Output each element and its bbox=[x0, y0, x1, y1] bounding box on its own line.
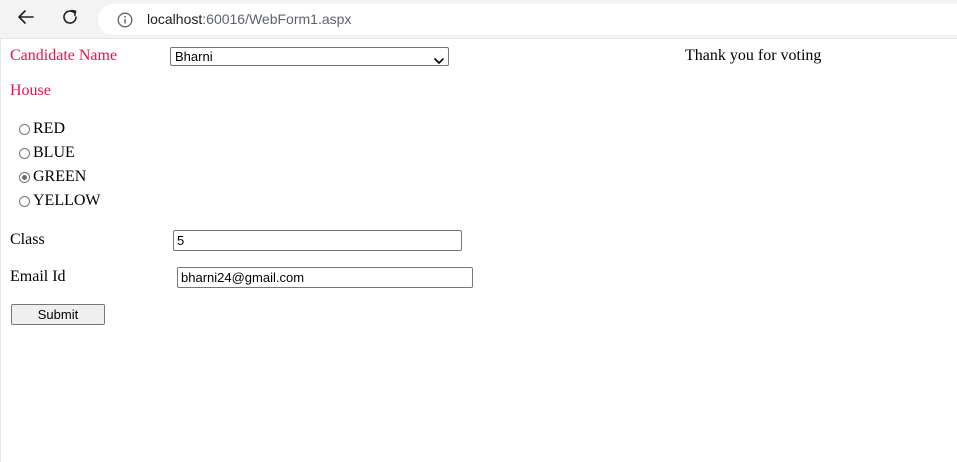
email-label: Email Id bbox=[10, 268, 66, 285]
radio-green[interactable] bbox=[19, 171, 30, 183]
radio-label-green: GREEN bbox=[33, 168, 87, 185]
radio-red[interactable] bbox=[19, 123, 30, 135]
reload-button[interactable] bbox=[56, 5, 84, 33]
class-input[interactable]: 5 bbox=[173, 230, 462, 251]
radio-label-red: RED bbox=[33, 120, 65, 137]
candidate-name-label: Candidate Name bbox=[10, 47, 118, 64]
candidate-select-value: Bharni bbox=[175, 49, 213, 64]
reload-icon bbox=[61, 8, 79, 31]
radio-yellow[interactable] bbox=[19, 195, 30, 207]
submit-button[interactable]: Submit bbox=[11, 304, 105, 325]
radio-blue[interactable] bbox=[19, 147, 30, 159]
back-button[interactable] bbox=[12, 5, 40, 33]
class-input-value: 5 bbox=[177, 233, 185, 248]
arrow-left-icon bbox=[17, 8, 35, 31]
radio-option-green[interactable]: GREEN bbox=[19, 167, 86, 187]
radio-option-red[interactable]: RED bbox=[19, 119, 65, 139]
chevron-down-icon bbox=[434, 52, 444, 69]
radio-option-blue[interactable]: BLUE bbox=[19, 143, 75, 163]
browser-toolbar: localhost:60016/WebForm1.aspx bbox=[0, 0, 957, 39]
email-input-value: bharni24@gmail.com bbox=[181, 270, 305, 285]
email-input[interactable]: bharni24@gmail.com bbox=[177, 267, 473, 288]
info-icon[interactable] bbox=[117, 12, 133, 33]
radio-label-blue: BLUE bbox=[33, 144, 75, 161]
radio-option-yellow[interactable]: YELLOW bbox=[19, 191, 101, 211]
class-label: Class bbox=[10, 231, 45, 248]
url-text: localhost:60016/WebForm1.aspx bbox=[147, 11, 351, 27]
address-bar[interactable]: localhost:60016/WebForm1.aspx bbox=[98, 4, 957, 35]
thank-you-message: Thank you for voting bbox=[685, 47, 822, 64]
url-path: :60016/WebForm1.aspx bbox=[202, 11, 352, 27]
url-host: localhost bbox=[147, 11, 203, 27]
house-label: House bbox=[10, 82, 51, 99]
candidate-select[interactable]: Bharni bbox=[170, 47, 449, 66]
radio-label-yellow: YELLOW bbox=[33, 192, 101, 209]
page-content: Candidate Name Bharni Thank you for voti… bbox=[0, 39, 957, 462]
